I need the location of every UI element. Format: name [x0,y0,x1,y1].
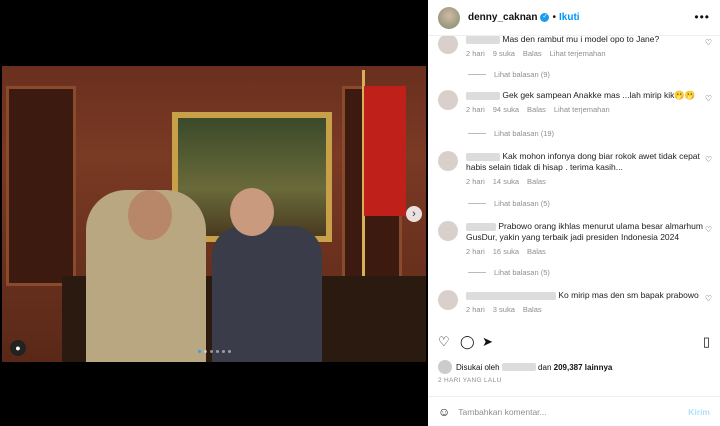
likes-prefix: Disukai oleh [456,362,500,372]
tagged-user-icon[interactable]: ● [10,340,26,356]
comment: Kak mohon infonya dong biar rokok awet t… [438,151,712,186]
comment: Mas den rambut mu i model opo to Jane? 2… [438,36,712,58]
carousel-dot [204,350,207,353]
post-sidebar: denny_caknan ✓ • Ikuti ••• Mas den rambu… [428,0,720,426]
post-timestamp[interactable]: 2 HARI YANG LALU [438,377,501,384]
liker-avatar [438,360,452,374]
comment: Prabowo orang ikhlas menurut ulama besar… [438,221,712,256]
comment-age: 2 hari [466,49,485,58]
comment-likes[interactable]: 16 suka [493,247,519,256]
comment-likes[interactable]: 14 suka [493,177,519,186]
heart-icon[interactable]: ♡ [705,38,712,47]
view-replies[interactable]: Lihat balasan (5) [468,199,550,208]
bookmark-icon[interactable]: ▯ [703,334,710,350]
flag [364,86,406,216]
like-icon[interactable]: ♡ [438,334,450,350]
view-replies-label[interactable]: Lihat balasan (19) [494,129,554,138]
likes-count[interactable]: 209,387 lainnya [554,363,613,372]
reply-button[interactable]: Balas [527,105,546,114]
follow-button[interactable]: Ikuti [559,12,580,23]
view-replies-label[interactable]: Lihat balasan (5) [494,199,550,208]
comment-avatar[interactable] [438,151,458,171]
comment-age: 2 hari [466,305,485,314]
post-modal: › ● denny_caknan ✓ • Ikuti ••• Mas den r… [0,0,720,426]
more-horizontal-icon[interactable]: ••• [694,10,710,24]
reply-button[interactable]: Balas [523,49,542,58]
likes-and: dan [538,362,552,372]
reply-button[interactable]: Balas [527,247,546,256]
replies-line [468,133,486,134]
send-button[interactable]: Kirim [688,407,710,417]
person-left-head [128,190,172,240]
comment-avatar[interactable] [438,36,458,54]
comment-age: 2 hari [466,247,485,256]
carousel-dot [216,350,219,353]
replies-line [468,272,486,273]
person-right [212,226,322,362]
heart-icon[interactable]: ♡ [705,155,712,164]
redacted-username [466,36,500,44]
reply-button[interactable]: Balas [523,305,542,314]
comment-input[interactable] [458,406,689,417]
comment: Gek gek sampean Anakke mas ...lah mirip … [438,90,712,114]
username[interactable]: denny_caknan [468,12,537,23]
share-icon[interactable]: ➤ [482,334,493,350]
comment-likes[interactable]: 94 suka [493,105,519,114]
comment-age: 2 hari [466,177,485,186]
view-replies[interactable]: Lihat balasan (19) [468,129,554,138]
post-media: › ● [0,0,428,426]
comment-icon[interactable]: ◯ [460,334,475,350]
comment-text: Kak mohon infonya dong biar rokok awet t… [466,151,700,172]
carousel-dot [222,350,225,353]
heart-icon[interactable]: ♡ [705,225,712,234]
action-bar: ♡ ◯ ➤ ▯ [438,334,710,352]
likes-summary: Disukai oleh dan 209,387 lainnya [438,360,612,374]
comment-avatar[interactable] [438,221,458,241]
carousel-dot [210,350,213,353]
reply-button[interactable]: Balas [527,177,546,186]
carousel-dot [228,350,231,353]
carousel-dot [198,350,201,353]
replies-line [468,203,486,204]
post-photo[interactable] [2,66,426,362]
emoji-icon[interactable]: ☺ [438,405,450,419]
comment-text: Prabowo orang ikhlas menurut ulama besar… [466,221,703,242]
heart-icon[interactable]: ♡ [705,94,712,103]
replies-line [468,74,486,75]
bookshelf [6,86,76,286]
redacted-username [466,91,500,100]
avatar[interactable] [438,6,460,29]
translate-button[interactable]: Lihat terjemahan [550,49,606,58]
view-replies[interactable]: Lihat balasan (9) [468,70,550,79]
comment-likes[interactable]: 3 suka [493,305,515,314]
comment-text: Mas den rambut mu i model opo to Jane? [502,36,660,44]
redacted-username [466,291,556,300]
view-replies[interactable]: Lihat balasan (5) [468,268,550,277]
comment-text: Gek gek sampean Anakke mas ...lah mirip … [502,90,696,100]
comment-composer: ☺ Kirim [428,396,720,426]
separator: • [552,12,556,23]
view-replies-label[interactable]: Lihat balasan (5) [494,268,550,277]
post-header: denny_caknan ✓ • Ikuti ••• [428,0,720,36]
verified-icon: ✓ [540,13,550,22]
heart-icon[interactable]: ♡ [705,294,712,303]
comment-avatar[interactable] [438,90,458,110]
next-image-icon[interactable]: › [406,206,422,222]
comment-avatar[interactable] [438,290,458,310]
translate-button[interactable]: Lihat terjemahan [554,105,610,114]
view-replies-label[interactable]: Lihat balasan (9) [494,70,550,79]
comment-text: Ko mirip mas den sm bapak prabowo [558,290,699,300]
person-right-head [230,188,274,236]
redacted-username [501,363,536,371]
comment-likes[interactable]: 9 suka [493,49,515,58]
comment-age: 2 hari [466,105,485,114]
carousel-dots [198,350,231,353]
comment-list[interactable]: Mas den rambut mu i model opo to Jane? 2… [428,36,720,326]
redacted-username [466,152,500,161]
comment: Ko mirip mas den sm bapak prabowo 2 hari… [438,290,712,314]
redacted-username [466,222,496,231]
